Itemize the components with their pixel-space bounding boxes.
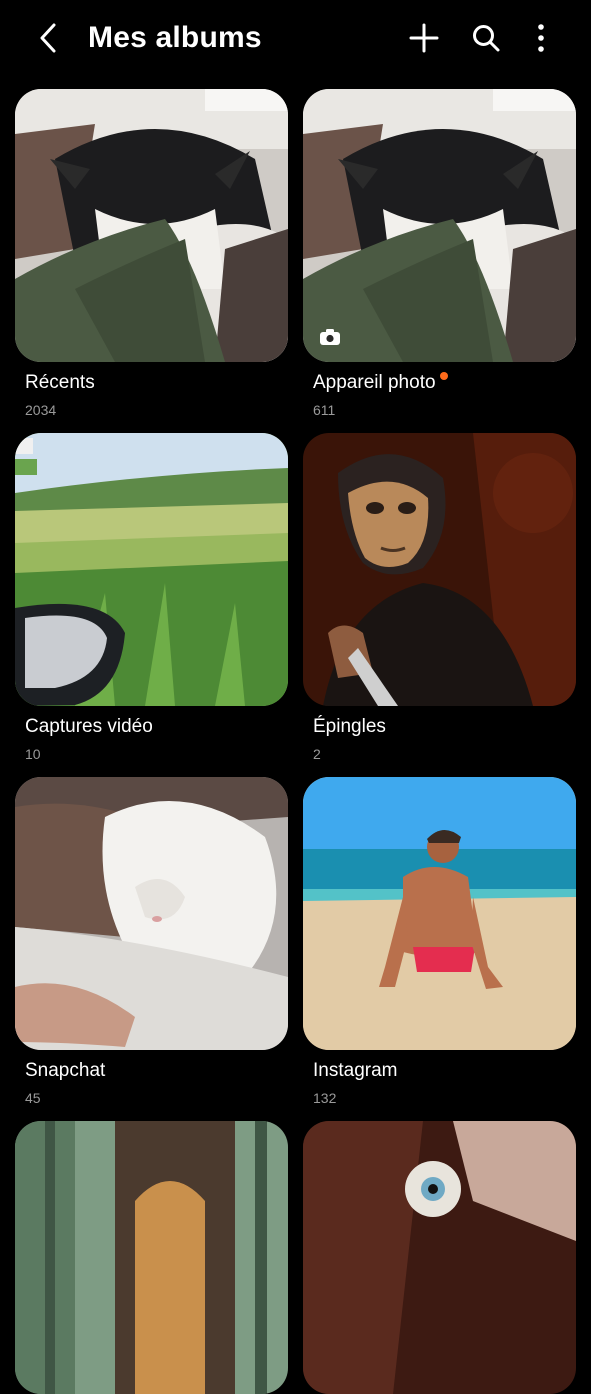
album-name: Récents bbox=[25, 372, 95, 393]
new-items-indicator bbox=[439, 372, 448, 380]
more-options-button[interactable] bbox=[519, 16, 563, 60]
album-thumbnail[interactable] bbox=[15, 89, 288, 362]
camera-icon bbox=[320, 329, 340, 345]
album-card-snapchat[interactable]: Snapchat 45 bbox=[15, 777, 288, 1106]
album-card-pins[interactable]: Épingles 2 bbox=[303, 433, 576, 762]
album-count: 132 bbox=[313, 1090, 337, 1106]
add-album-button[interactable] bbox=[402, 16, 446, 60]
album-count: 2034 bbox=[25, 402, 57, 418]
field-photo-thumbnail bbox=[15, 433, 288, 706]
album-card-video-captures[interactable]: Captures vidéo 10 bbox=[15, 433, 288, 762]
album-thumbnail[interactable] bbox=[15, 1121, 288, 1394]
album-name: Appareil photo bbox=[313, 372, 436, 393]
horror-photo-thumbnail bbox=[303, 1121, 576, 1394]
movie-poster-thumbnail bbox=[303, 433, 576, 706]
top-app-bar: Mes albums bbox=[0, 0, 591, 76]
beach-photo-thumbnail bbox=[303, 777, 576, 1050]
album-count: 45 bbox=[25, 1090, 41, 1106]
chevron-left-icon bbox=[40, 23, 56, 53]
more-vertical-icon bbox=[538, 24, 544, 52]
forest-photo-thumbnail bbox=[15, 1121, 288, 1394]
album-count: 2 bbox=[313, 746, 321, 762]
album-card[interactable] bbox=[303, 1121, 576, 1394]
album-thumbnail[interactable] bbox=[15, 777, 288, 1050]
album-thumbnail[interactable] bbox=[303, 777, 576, 1050]
album-card[interactable] bbox=[15, 1121, 288, 1394]
album-card-recents[interactable]: Récents 2034 bbox=[15, 89, 288, 418]
album-name: Captures vidéo bbox=[25, 716, 153, 737]
album-name: Instagram bbox=[313, 1060, 398, 1081]
album-thumbnail[interactable] bbox=[303, 89, 576, 362]
album-thumbnail[interactable] bbox=[303, 433, 576, 706]
album-card-camera[interactable]: Appareil photo 611 bbox=[303, 89, 576, 418]
cat-photo-thumbnail bbox=[15, 89, 288, 362]
search-icon bbox=[473, 25, 500, 52]
cat-photo-thumbnail bbox=[303, 89, 576, 362]
album-card-instagram[interactable]: Instagram 132 bbox=[303, 777, 576, 1106]
search-button[interactable] bbox=[464, 16, 508, 60]
page-title: Mes albums bbox=[88, 21, 262, 54]
album-count: 611 bbox=[313, 402, 336, 418]
album-thumbnail[interactable] bbox=[303, 1121, 576, 1394]
album-count: 10 bbox=[25, 746, 41, 762]
album-thumbnail[interactable] bbox=[15, 433, 288, 706]
back-button[interactable] bbox=[28, 16, 68, 60]
white-cat-photo-thumbnail bbox=[15, 777, 288, 1050]
plus-icon bbox=[409, 23, 439, 53]
album-name: Épingles bbox=[313, 716, 386, 737]
album-name-row: Appareil photo bbox=[313, 371, 448, 395]
album-name: Snapchat bbox=[25, 1060, 106, 1081]
